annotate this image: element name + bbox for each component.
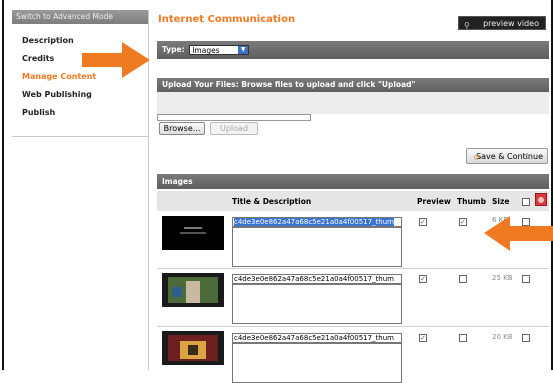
delete-icon[interactable] (535, 193, 547, 206)
row-divider (157, 326, 549, 327)
row-2-thumb-checkbox[interactable] (459, 275, 467, 283)
magnifier-icon: ⚲ (464, 21, 470, 30)
annotation-arrow-left-icon (484, 216, 553, 251)
advanced-mode-link[interactable]: Switch to Advanced Mode (12, 10, 148, 24)
row-1-title-text: c4de3e0e862a47a68c5e21a0a4f00517_thum (234, 218, 394, 226)
type-label: Type: (162, 45, 185, 54)
upload-bar: Upload Your Files: Browse files to uploa… (157, 78, 549, 92)
row-3-select-checkbox[interactable] (522, 334, 530, 342)
row-1-preview-checkbox[interactable]: ✓ (419, 218, 427, 226)
save-arrows-icon: ⟳ (474, 153, 481, 162)
row-1-thumb-checkbox[interactable]: ✓ (459, 218, 467, 226)
row-1-title-input[interactable]: c4de3e0e862a47a68c5e21a0a4f00517_thum (232, 217, 402, 227)
row-2-thumbnail (162, 273, 224, 307)
row-2-preview-checkbox[interactable]: ✓ (419, 275, 427, 283)
type-bar: Type: Images ▼ (157, 41, 549, 59)
browse-button[interactable]: Browse... (159, 122, 205, 135)
row-2-size: 25 KB (492, 274, 513, 282)
row-1-thumbnail (162, 216, 224, 250)
type-select[interactable]: Images ▼ (189, 45, 250, 55)
images-table-header: Title & Description Preview Thumb Size (157, 191, 549, 211)
upload-button[interactable]: Upload (210, 122, 258, 135)
preview-video-label: preview video (483, 19, 539, 28)
select-all-checkbox[interactable] (522, 198, 530, 206)
row-1-description-input[interactable] (232, 227, 402, 267)
save-continue-label: Save & Continue (476, 152, 543, 161)
col-thumb: Thumb (457, 197, 486, 206)
video-frame-image (162, 331, 224, 365)
row-3-title-text: c4de3e0e862a47a68c5e21a0a4f00517_thum (234, 334, 394, 342)
save-continue-button[interactable]: ⟳ Save & Continue (466, 148, 548, 164)
row-2-title-text: c4de3e0e862a47a68c5e21a0a4f00517_thum (234, 275, 394, 283)
col-size: Size (492, 197, 510, 206)
col-preview: Preview (417, 197, 451, 206)
video-frame-image (162, 273, 224, 307)
col-title-description: Title & Description (232, 197, 312, 206)
preview-video-button[interactable]: ⚲ preview video (458, 16, 546, 30)
row-2-description-input[interactable] (232, 284, 402, 324)
chevron-down-icon: ▼ (238, 46, 249, 54)
page-title: Internet Communication (158, 14, 296, 25)
type-select-value: Images (192, 46, 220, 55)
row-3-title-input[interactable]: c4de3e0e862a47a68c5e21a0a4f00517_thum (232, 333, 402, 343)
annotation-arrow-right-icon (82, 42, 150, 78)
row-3-thumbnail (162, 331, 224, 365)
images-section-header: Images (157, 174, 549, 189)
row-3-thumb-checkbox[interactable] (459, 334, 467, 342)
upload-area (157, 92, 549, 114)
row-3-size: 20 KB (492, 333, 513, 341)
row-2-select-checkbox[interactable] (522, 275, 530, 283)
left-border (2, 0, 4, 370)
row-3-description-input[interactable] (232, 343, 402, 383)
title-slide-image (162, 216, 224, 250)
file-path-input[interactable] (157, 114, 311, 121)
row-2-title-input[interactable]: c4de3e0e862a47a68c5e21a0a4f00517_thum (232, 274, 402, 284)
row-3-preview-checkbox[interactable]: ✓ (419, 334, 427, 342)
row-divider (157, 268, 549, 269)
